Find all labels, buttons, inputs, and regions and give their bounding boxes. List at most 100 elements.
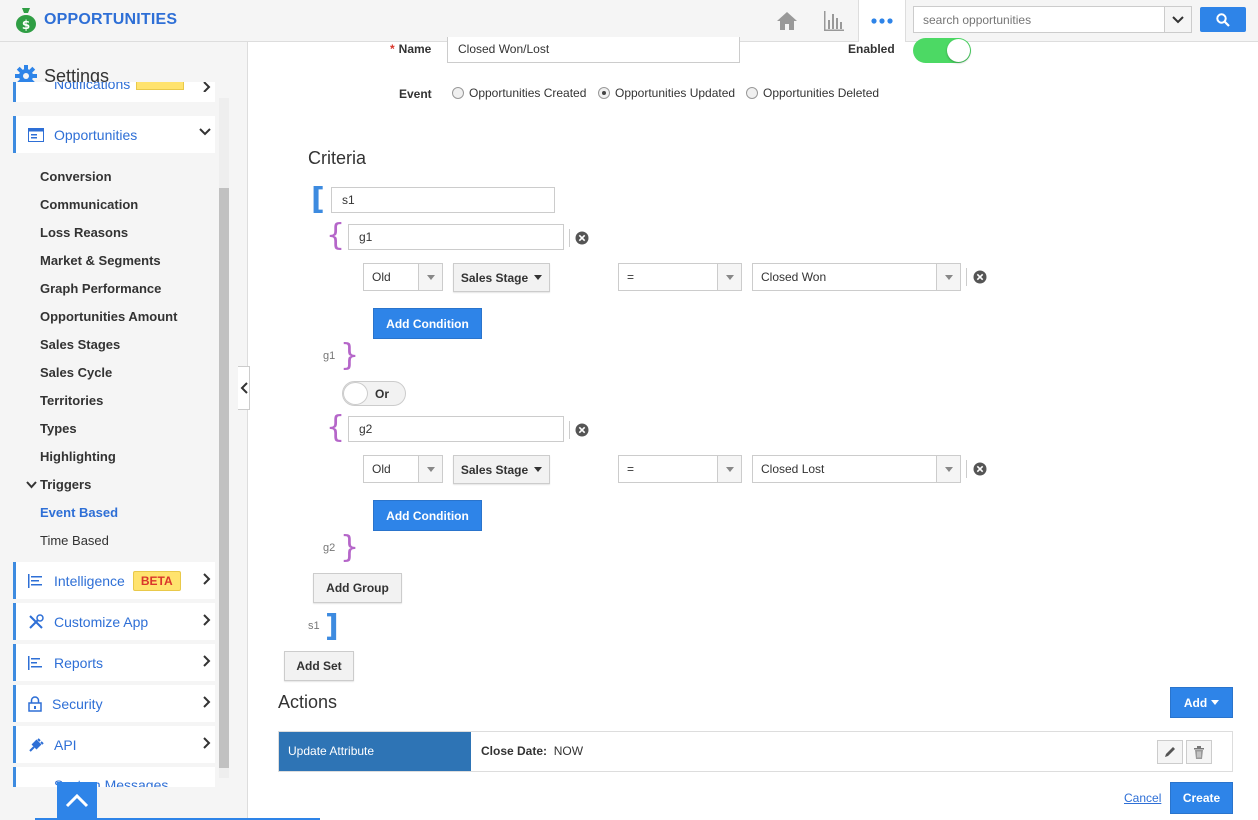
money-bag-icon: $ <box>16 8 36 33</box>
divider <box>966 268 967 286</box>
group-open-brace: { <box>326 218 346 253</box>
sidebar-item-api[interactable]: API <box>13 726 215 763</box>
set-close-bracket: ] <box>325 609 339 644</box>
search-box <box>913 6 1192 33</box>
group-name-field[interactable]: g1 <box>348 224 564 250</box>
sidebar-sub-sales-cycle[interactable]: Sales Cycle <box>40 365 112 380</box>
toggle-knob <box>947 39 970 62</box>
event-option-updated[interactable]: Opportunities Updated <box>598 86 735 100</box>
condition-value-select[interactable]: Closed Won <box>752 263 961 291</box>
intelligence-icon <box>28 573 42 588</box>
caret-down-icon <box>944 466 953 472</box>
add-action-button[interactable]: Add <box>1170 687 1233 718</box>
sidebar-sub-loss-reasons[interactable]: Loss Reasons <box>40 225 128 240</box>
sidebar-item-opportunities[interactable]: Opportunities <box>13 116 215 153</box>
sidebar-item-label: Notifications <box>54 82 131 92</box>
tools-icon <box>29 613 44 629</box>
radio-button[interactable] <box>452 87 464 99</box>
sidebar-item-notifications[interactable]: Notifications <box>13 82 215 102</box>
divider <box>966 460 967 478</box>
radio-button-checked[interactable] <box>598 87 610 99</box>
create-button[interactable]: Create <box>1170 782 1233 814</box>
remove-condition-icon[interactable] <box>973 462 987 476</box>
dropdown-arrow <box>936 456 960 482</box>
add-condition-button[interactable]: Add Condition <box>373 500 482 531</box>
cancel-link[interactable]: Cancel <box>1124 791 1161 805</box>
radio-button[interactable] <box>746 87 758 99</box>
condition-field-dropdown[interactable]: Sales Stage <box>453 263 550 292</box>
condition-age-select[interactable]: Old <box>363 455 443 483</box>
search-dropdown[interactable] <box>1164 7 1191 32</box>
sidebar-item-system-messages[interactable]: System Messages <box>13 767 215 787</box>
sidebar-sub-event-based[interactable]: Event Based <box>40 505 118 520</box>
app-title: OPPORTUNITIES <box>44 11 178 28</box>
chevron-right-icon <box>203 614 211 626</box>
set-name-field[interactable]: s1 <box>331 187 555 213</box>
sidebar-item-intelligence[interactable]: Intelligence BETA <box>13 562 215 599</box>
chevron-right-icon <box>203 82 211 92</box>
dropdown-arrow <box>717 264 741 290</box>
home-button[interactable] <box>763 0 811 41</box>
logic-or-toggle[interactable]: Or <box>342 381 406 406</box>
event-option-deleted[interactable]: Opportunities Deleted <box>746 86 879 100</box>
svg-text:$: $ <box>22 18 30 32</box>
divider <box>569 229 570 247</box>
action-type: Update Attribute <box>279 732 471 771</box>
enabled-toggle[interactable] <box>913 38 971 63</box>
sidebar-sub-conversion[interactable]: Conversion <box>40 169 112 184</box>
divider <box>569 421 570 439</box>
sidebar-sub-graph-performance[interactable]: Graph Performance <box>40 281 161 296</box>
add-condition-button[interactable]: Add Condition <box>373 308 482 339</box>
notifications-badge <box>136 82 184 90</box>
home-icon <box>777 11 797 30</box>
brand[interactable]: $ OPPORTUNITIES <box>14 6 177 34</box>
condition-value-select[interactable]: Closed Lost <box>752 455 961 483</box>
delete-action-button[interactable] <box>1186 740 1212 764</box>
edit-action-button[interactable] <box>1157 740 1183 764</box>
group-name-field[interactable]: g2 <box>348 416 564 442</box>
sidebar-sub-sales-stages[interactable]: Sales Stages <box>40 337 120 352</box>
more-button[interactable] <box>858 0 906 42</box>
sidebar-sub-highlighting[interactable]: Highlighting <box>40 449 116 464</box>
dropdown-arrow <box>717 456 741 482</box>
name-field[interactable]: Closed Won/Lost <box>447 37 740 63</box>
sidebar-scrollbar[interactable] <box>219 98 229 778</box>
scrollbar-thumb[interactable] <box>219 188 229 768</box>
sidebar-item-security[interactable]: Security <box>13 685 215 722</box>
chevron-left-icon <box>240 382 248 394</box>
condition-field-dropdown[interactable]: Sales Stage <box>453 455 550 484</box>
sidebar-collapse-toggle[interactable] <box>238 366 250 410</box>
sidebar-item-reports[interactable]: Reports <box>13 644 215 681</box>
sidebar-item-customize-app[interactable]: Customize App <box>13 603 215 640</box>
remove-group-icon[interactable] <box>575 231 589 245</box>
event-option-created[interactable]: Opportunities Created <box>452 86 586 100</box>
reports-button[interactable] <box>810 0 858 41</box>
caret-down-icon <box>534 467 543 472</box>
sidebar-sub-time-based[interactable]: Time Based <box>40 533 109 548</box>
sidebar-sub-opportunities-amount[interactable]: Opportunities Amount <box>40 309 177 324</box>
sidebar-item-label: Security <box>52 695 103 712</box>
scroll-top-button[interactable] <box>57 782 97 820</box>
top-bar: $ OPPORTUNITIES <box>0 0 1258 42</box>
caret-down-icon <box>426 274 435 280</box>
chevron-right-icon <box>203 573 211 585</box>
condition-operator-select[interactable]: = <box>618 455 742 483</box>
add-group-button[interactable]: Add Group <box>313 573 402 603</box>
condition-age-select[interactable]: Old <box>363 263 443 291</box>
caret-down-icon <box>725 274 734 280</box>
remove-group-icon[interactable] <box>575 423 589 437</box>
sidebar-sub-market-segments[interactable]: Market & Segments <box>40 253 161 268</box>
add-set-button[interactable]: Add Set <box>284 651 354 681</box>
remove-condition-icon[interactable] <box>973 270 987 284</box>
sidebar-sub-communication[interactable]: Communication <box>40 197 138 212</box>
sidebar-sub-territories[interactable]: Territories <box>40 393 103 408</box>
enabled-label: Enabled <box>848 42 895 56</box>
sidebar-sub-triggers[interactable]: Triggers <box>26 477 91 492</box>
event-label: Event <box>399 87 432 101</box>
chevron-down-icon <box>1172 15 1184 23</box>
chevron-down-icon <box>26 481 37 489</box>
condition-operator-select[interactable]: = <box>618 263 742 291</box>
search-button[interactable] <box>1200 7 1246 32</box>
sidebar-sub-types[interactable]: Types <box>40 421 77 436</box>
search-input[interactable] <box>914 7 1164 32</box>
